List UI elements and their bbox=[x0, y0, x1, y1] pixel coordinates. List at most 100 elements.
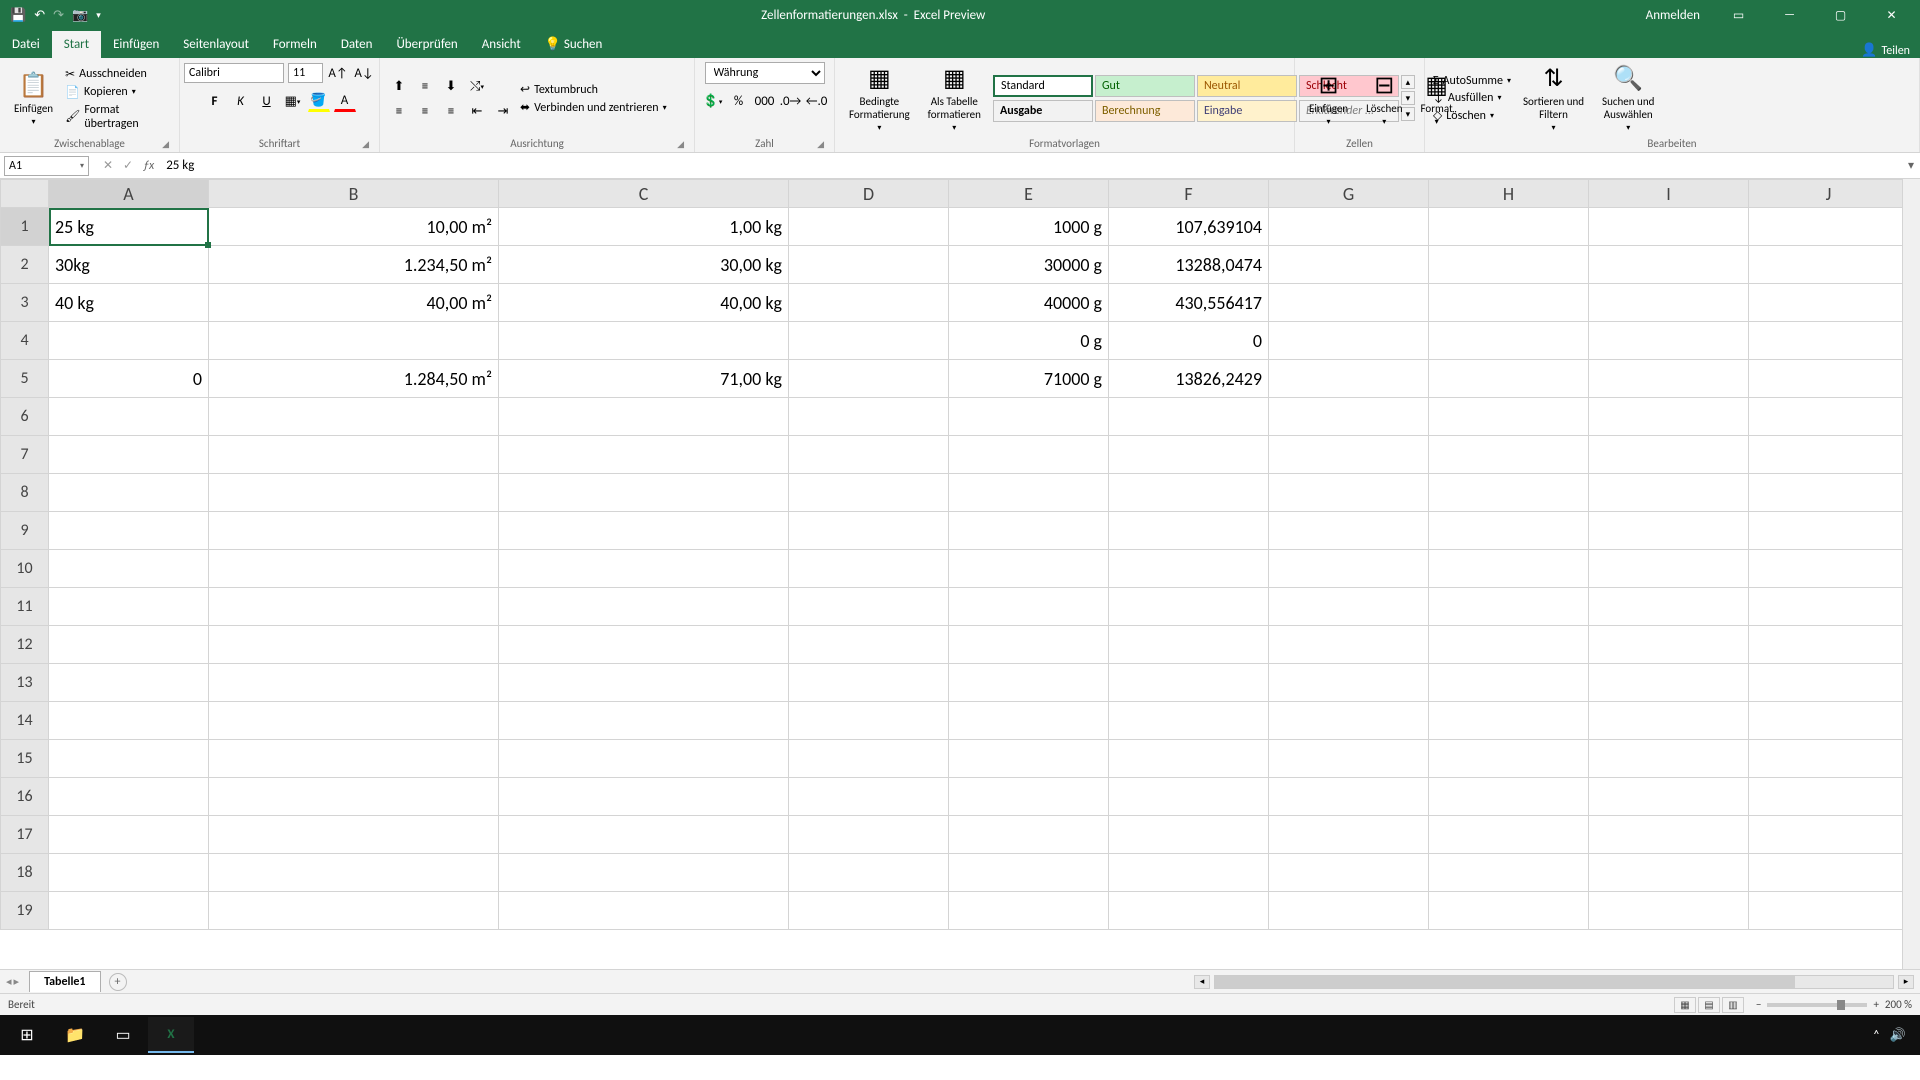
cell[interactable]: 30000 g bbox=[949, 246, 1109, 284]
cell[interactable] bbox=[789, 550, 949, 588]
cell[interactable] bbox=[1109, 664, 1269, 702]
currency-icon[interactable]: 💲▾ bbox=[702, 90, 724, 112]
cell[interactable] bbox=[49, 740, 209, 778]
cell[interactable] bbox=[949, 778, 1109, 816]
expand-formula-bar-icon[interactable]: ▾ bbox=[1902, 158, 1920, 173]
cell[interactable] bbox=[1109, 626, 1269, 664]
cell[interactable]: 1,00 kg bbox=[499, 208, 789, 246]
align-bottom-icon[interactable]: ⬇ bbox=[440, 75, 462, 97]
cell[interactable]: 40,00 m² bbox=[209, 284, 499, 322]
sheet-nav-first-icon[interactable]: ◂ bbox=[6, 975, 12, 988]
cell[interactable] bbox=[1269, 778, 1429, 816]
cell[interactable] bbox=[209, 664, 499, 702]
cell[interactable] bbox=[499, 892, 789, 930]
row-header[interactable]: 1 bbox=[1, 208, 49, 246]
cell[interactable] bbox=[1589, 474, 1749, 512]
sort-filter-button[interactable]: ⇅Sortieren und Filtern▾ bbox=[1517, 62, 1590, 135]
cell[interactable] bbox=[1429, 740, 1589, 778]
redo-icon[interactable]: ↷ bbox=[53, 8, 64, 23]
cell[interactable] bbox=[949, 550, 1109, 588]
file-explorer-icon[interactable]: 📁 bbox=[52, 1017, 98, 1053]
cell[interactable] bbox=[949, 512, 1109, 550]
cell[interactable] bbox=[1429, 778, 1589, 816]
cell[interactable] bbox=[1269, 284, 1429, 322]
comma-icon[interactable]: 000 bbox=[754, 90, 776, 112]
taskview-icon[interactable]: ▭ bbox=[100, 1017, 146, 1053]
cell[interactable]: 40,00 kg bbox=[499, 284, 789, 322]
row-header[interactable]: 9 bbox=[1, 512, 49, 550]
cell[interactable] bbox=[949, 816, 1109, 854]
style-gut[interactable]: Gut bbox=[1095, 75, 1195, 97]
cell[interactable] bbox=[1589, 740, 1749, 778]
cell[interactable] bbox=[1589, 664, 1749, 702]
cell[interactable] bbox=[1269, 626, 1429, 664]
cell[interactable] bbox=[49, 854, 209, 892]
cell[interactable]: 71,00 kg bbox=[499, 360, 789, 398]
enter-formula-icon[interactable]: ✓ bbox=[119, 158, 137, 173]
dialog-launcher-icon[interactable]: ◢ bbox=[817, 139, 824, 150]
row-header[interactable]: 12 bbox=[1, 626, 49, 664]
cell[interactable] bbox=[1429, 284, 1589, 322]
cell[interactable] bbox=[49, 816, 209, 854]
cell[interactable] bbox=[1429, 702, 1589, 740]
cell[interactable] bbox=[1429, 892, 1589, 930]
normal-view-icon[interactable]: ▦ bbox=[1674, 997, 1696, 1013]
tab-einfuegen[interactable]: Einfügen bbox=[101, 31, 171, 58]
cell[interactable] bbox=[1429, 474, 1589, 512]
cell[interactable]: 30,00 kg bbox=[499, 246, 789, 284]
cell[interactable]: 0 bbox=[1109, 322, 1269, 360]
cell[interactable] bbox=[1109, 778, 1269, 816]
cell[interactable] bbox=[209, 512, 499, 550]
cell[interactable]: 13288,0474 bbox=[1109, 246, 1269, 284]
cell[interactable] bbox=[1269, 664, 1429, 702]
cell[interactable] bbox=[1749, 436, 1909, 474]
cell[interactable]: 71000 g bbox=[949, 360, 1109, 398]
cell[interactable] bbox=[499, 664, 789, 702]
row-header[interactable]: 18 bbox=[1, 854, 49, 892]
cell[interactable] bbox=[499, 816, 789, 854]
cell[interactable] bbox=[789, 284, 949, 322]
cell[interactable] bbox=[49, 550, 209, 588]
column-header[interactable]: E bbox=[949, 180, 1109, 208]
cell[interactable] bbox=[1589, 778, 1749, 816]
number-format-select[interactable]: Währung bbox=[705, 62, 825, 84]
cell[interactable] bbox=[1589, 284, 1749, 322]
cell[interactable] bbox=[1749, 816, 1909, 854]
cell[interactable] bbox=[1109, 550, 1269, 588]
cell[interactable] bbox=[1269, 208, 1429, 246]
row-header[interactable]: 6 bbox=[1, 398, 49, 436]
column-header[interactable]: C bbox=[499, 180, 789, 208]
new-sheet-button[interactable]: + bbox=[109, 973, 127, 991]
sheet-tab[interactable]: Tabelle1 bbox=[29, 971, 100, 992]
formula-input[interactable]: 25 kg bbox=[160, 156, 1902, 175]
cell[interactable] bbox=[1589, 892, 1749, 930]
cell[interactable] bbox=[949, 474, 1109, 512]
cell[interactable] bbox=[1589, 322, 1749, 360]
cell[interactable] bbox=[789, 588, 949, 626]
cell[interactable] bbox=[949, 664, 1109, 702]
maximize-icon[interactable]: ▢ bbox=[1818, 0, 1863, 30]
cell[interactable] bbox=[499, 854, 789, 892]
cell[interactable] bbox=[49, 778, 209, 816]
column-header[interactable]: F bbox=[1109, 180, 1269, 208]
cell[interactable]: 10,00 m² bbox=[209, 208, 499, 246]
cell[interactable] bbox=[499, 702, 789, 740]
cell[interactable] bbox=[1109, 436, 1269, 474]
cell[interactable]: 0 bbox=[49, 360, 209, 398]
column-header[interactable]: G bbox=[1269, 180, 1429, 208]
cell[interactable] bbox=[49, 436, 209, 474]
align-right-icon[interactable]: ≡ bbox=[440, 100, 462, 122]
cell[interactable] bbox=[789, 474, 949, 512]
hscroll-right-icon[interactable]: ▸ bbox=[1898, 975, 1914, 989]
cell[interactable] bbox=[1749, 360, 1909, 398]
cell[interactable] bbox=[949, 626, 1109, 664]
cell-styles-gallery[interactable]: Standard Gut Neutral Ausgabe Berechnung … bbox=[993, 75, 1297, 122]
conditional-formatting-button[interactable]: ▦ Bedingte Formatierung▾ bbox=[843, 62, 916, 135]
cell[interactable] bbox=[1429, 436, 1589, 474]
fill-color-icon[interactable]: 🪣 bbox=[308, 90, 330, 112]
minimize-icon[interactable]: — bbox=[1767, 0, 1812, 30]
style-eingabe[interactable]: Eingabe bbox=[1197, 100, 1297, 122]
undo-icon[interactable]: ↶ bbox=[34, 8, 45, 23]
row-header[interactable]: 16 bbox=[1, 778, 49, 816]
decrease-indent-icon[interactable]: ⇤ bbox=[466, 100, 488, 122]
